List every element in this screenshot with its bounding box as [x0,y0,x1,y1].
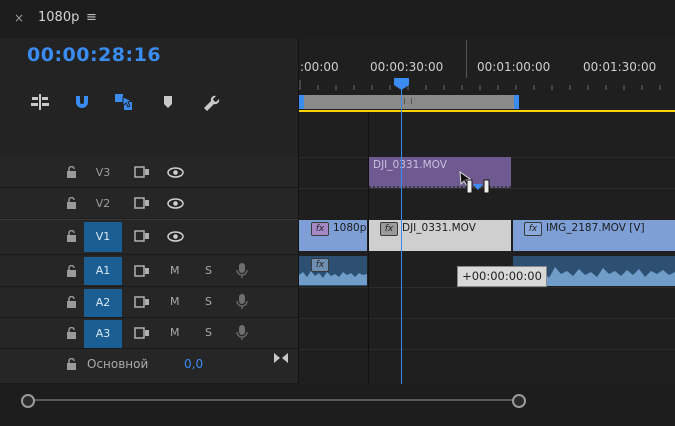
close-sequence-button[interactable]: × [14,11,24,25]
zoom-scroll-left-handle[interactable] [21,394,35,408]
lock-icon[interactable] [66,197,77,209]
fx-badge: fx [524,222,542,236]
lock-icon[interactable] [66,327,77,339]
sync-lock-icon[interactable] [134,230,150,242]
track-target-a1[interactable]: A1 [84,257,122,285]
insert-cursor-icon [459,170,490,194]
lock-icon[interactable] [66,358,77,370]
video-clip-label: IMG_2187.MOV [V] [546,222,645,234]
sync-lock-icon[interactable] [134,166,150,178]
zoom-scroll-area [0,384,675,426]
video-clip-label: 1080p.r [333,222,367,234]
track-target-a2[interactable]: A2 [84,289,122,317]
row-divider [299,349,675,350]
microphone-icon[interactable] [236,262,248,279]
microphone-icon[interactable] [236,293,248,310]
work-area-end-handle[interactable] [514,95,519,109]
sequence-tab-bar [0,0,675,38]
ripple-edit-icon[interactable] [28,91,52,113]
sync-lock-icon[interactable] [134,327,150,339]
mute-button-a1[interactable]: M [170,264,180,277]
go-to-master-icon[interactable] [273,352,289,364]
ruler-tick-label: 00:01:30:00 [583,60,657,74]
lock-icon[interactable] [66,265,77,277]
panel-menu-button[interactable]: ≡ [86,10,97,25]
track-header-master [0,349,298,384]
work-area-start-handle[interactable] [299,95,304,109]
sequence-tab-title[interactable]: 1080p [38,10,79,25]
eye-icon[interactable] [167,198,184,209]
video-clip-label: DJI_0331.MOV [402,222,476,234]
work-area-line [299,110,675,112]
track-target-v3[interactable]: V3 [84,159,122,187]
track-target-a3[interactable]: A3 [84,320,122,348]
master-track-label: Основной [87,357,149,371]
mute-button-a3[interactable]: M [170,326,180,339]
zoom-scroll-right-handle[interactable] [512,394,526,408]
time-ruler[interactable] [298,78,675,92]
dragged-clip-name: DJI_0331.MOV [373,159,447,171]
sync-lock-icon[interactable] [134,296,150,308]
wrench-settings-icon[interactable] [198,91,222,113]
ruler-tick-label: :00:00 [300,60,339,74]
sync-lock-icon[interactable] [134,197,150,209]
row-divider [299,287,675,288]
mute-button-a2[interactable]: M [170,295,180,308]
playhead-timecode[interactable]: 00:00:28:16 [27,44,161,66]
lock-icon[interactable] [66,296,77,308]
playhead-handle[interactable] [393,77,410,91]
add-marker-icon[interactable] [156,91,180,113]
fx-badge: fx [380,222,398,236]
ruler-tick-label: 00:00:30:00 [370,60,444,74]
solo-button-a2[interactable]: S [205,295,212,308]
playhead-line [401,88,402,384]
snap-magnet-icon[interactable] [70,91,94,113]
linked-selection-icon[interactable] [112,91,136,113]
solo-button-a3[interactable]: S [205,326,212,339]
microphone-icon[interactable] [236,324,248,341]
audio-waveform [299,271,367,285]
master-volume-value[interactable]: 0,0 [184,357,203,371]
zoom-scrollbar-track[interactable] [28,399,518,401]
track-target-v2[interactable]: V2 [84,190,122,218]
drag-offset-tooltip: +00:00:00:00 [457,266,547,287]
work-area-grip-icon [404,98,412,104]
eye-icon[interactable] [167,167,184,178]
in-point-line [466,40,467,78]
sync-lock-icon[interactable] [134,265,150,277]
row-divider [299,318,675,319]
fx-badge: fx [311,222,329,236]
lock-icon[interactable] [66,166,77,178]
track-target-v1[interactable]: V1 [84,222,122,252]
lock-icon[interactable] [66,230,77,242]
ruler-tick-label: 00:01:00:00 [477,60,551,74]
eye-icon[interactable] [167,231,184,242]
solo-button-a1[interactable]: S [205,264,212,277]
